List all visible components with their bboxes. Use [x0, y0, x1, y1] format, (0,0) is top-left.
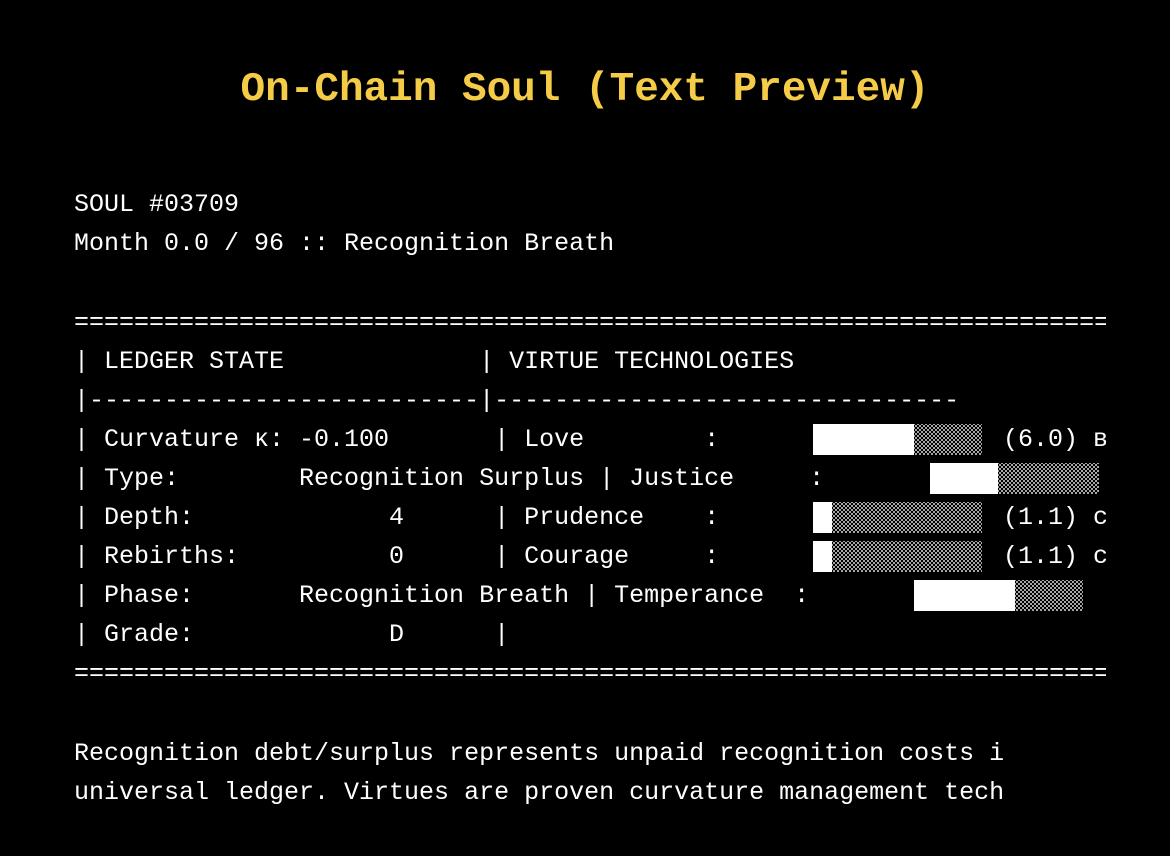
footer-line-2: universal ledger. Virtues are proven cur…: [74, 778, 1005, 807]
table-divider-row: |--------------------------|------------…: [74, 386, 960, 415]
virtue-bar-empty: [832, 541, 982, 572]
virtue-bar-empty: [998, 463, 1099, 494]
row-depth: | Depth: 4 | Prudence :: [74, 503, 720, 532]
row-rebirths: | Rebirths: 0 | Courage :: [74, 542, 720, 571]
footer-line-1: Recognition debt/surplus represents unpa…: [74, 739, 1005, 768]
virtue-bar-empty: [832, 502, 982, 533]
virtue-bar-justice: [930, 463, 1099, 494]
virtue-bar-courage: [813, 541, 982, 572]
row-type: | Type: Recognition Surplus | Justice :: [74, 464, 825, 493]
virtue-bar-prudence: [813, 502, 982, 533]
row-curvature: | Curvature κ: -0.100 | Love :: [74, 425, 720, 454]
table-rule-top: ========================================…: [74, 308, 1106, 337]
virtue-bar-fill: [813, 502, 832, 533]
virtue-score-love: (6.0) в: [1003, 425, 1106, 454]
row-grade: | Grade: D |: [74, 620, 510, 649]
preview-text-panel: SOUL #03709 Month 0.0 / 96 :: Recognitio…: [74, 185, 1106, 815]
virtue-bar-empty: [914, 424, 982, 455]
virtue-bar-fill: [930, 463, 998, 494]
row-phase: | Phase: Recognition Breath | Temperance…: [74, 581, 810, 610]
virtue-score-courage: (1.1) с: [1003, 542, 1106, 571]
table-header-row: | LEDGER STATE | VIRTUE TECHNOLOGIES: [74, 347, 795, 376]
soul-preview-page: On-Chain Soul (Text Preview) SOUL #03709…: [0, 0, 1170, 856]
virtue-bar-temperance: [914, 580, 1083, 611]
month-line: Month 0.0 / 96 :: Recognition Breath: [74, 229, 615, 258]
virtue-bar-fill: [813, 424, 914, 455]
virtue-bar-fill: [813, 541, 832, 572]
page-title: On-Chain Soul (Text Preview): [240, 67, 930, 113]
table-rule-bottom: ========================================…: [74, 659, 1106, 688]
soul-id-line: SOUL #03709: [74, 190, 240, 219]
virtue-bar-empty: [1015, 580, 1083, 611]
virtue-bar-fill: [914, 580, 1015, 611]
virtue-bar-love: [813, 424, 982, 455]
virtue-score-prudence: (1.1) с: [1003, 503, 1106, 532]
